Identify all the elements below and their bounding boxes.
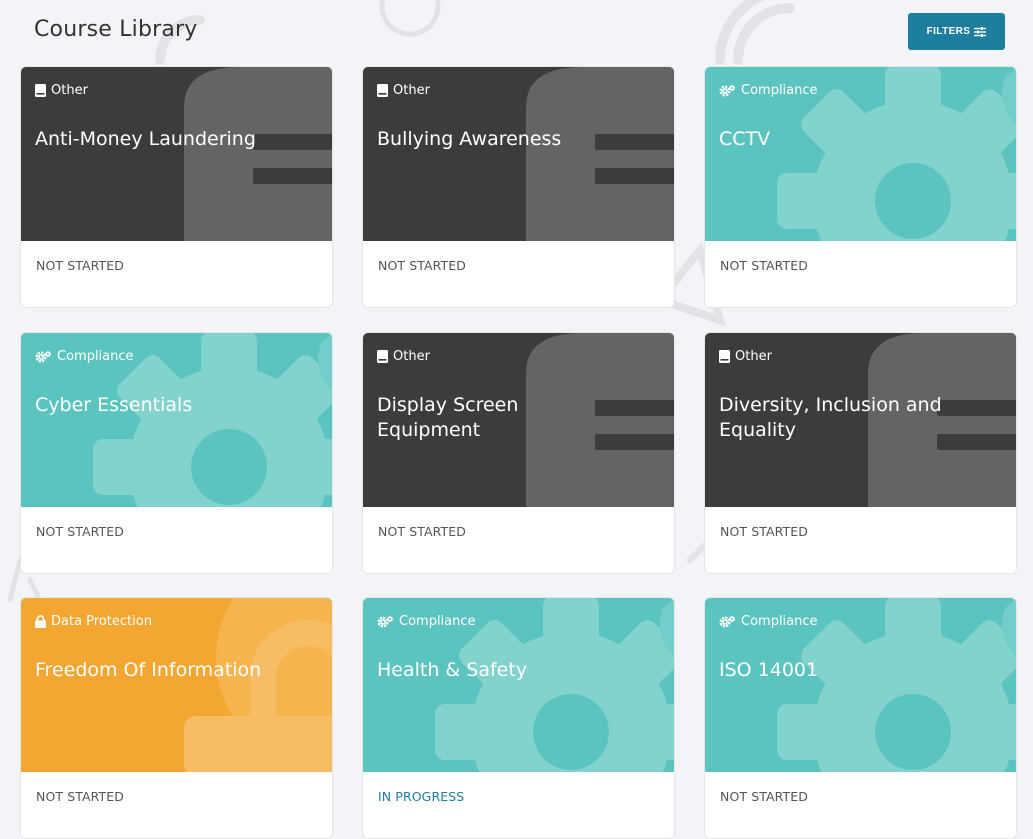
- course-category-label: Other: [393, 349, 430, 364]
- cogs-icon: [377, 616, 393, 628]
- course-category-label: Compliance: [741, 614, 818, 629]
- course-status: NOT STARTED: [720, 258, 808, 273]
- course-card[interactable]: Other Display Screen Equipment NOT STARTED: [362, 332, 675, 574]
- cogs-icon: [35, 351, 51, 363]
- course-card-banner: Other Anti-Money Laundering: [21, 67, 332, 241]
- book-icon: [719, 350, 730, 363]
- filters-button[interactable]: FILTERS: [908, 13, 1005, 50]
- course-card-banner: Compliance CCTV: [705, 67, 1016, 241]
- course-category: Other: [377, 349, 430, 364]
- course-status: NOT STARTED: [36, 524, 124, 539]
- book-icon: [35, 84, 46, 97]
- course-title: Display Screen Equipment: [377, 394, 519, 441]
- filters-button-label: FILTERS: [926, 26, 971, 37]
- page-title: Course Library: [34, 17, 198, 42]
- course-status: NOT STARTED: [720, 789, 808, 804]
- course-card-banner: Other Diversity, Inclusion and Equality: [705, 333, 1016, 507]
- course-card[interactable]: Other Diversity, Inclusion and Equality NO…: [704, 332, 1017, 574]
- course-status: NOT STARTED: [36, 789, 124, 804]
- course-title: Bullying Awareness: [377, 128, 562, 150]
- course-card-banner: Other Display Screen Equipment: [363, 333, 674, 507]
- wifi-decoration-icon: [715, 0, 795, 65]
- course-card-banner: Compliance ISO 14001: [705, 598, 1016, 772]
- course-category: Other: [719, 349, 772, 364]
- course-category: Compliance: [719, 614, 818, 629]
- course-status: NOT STARTED: [378, 258, 466, 273]
- course-card[interactable]: Data Protection Freedom Of Information NOT…: [20, 597, 333, 839]
- course-category: Compliance: [35, 349, 134, 364]
- course-card-banner: Compliance Cyber Essentials: [21, 333, 332, 507]
- cogs-icon: [719, 85, 735, 97]
- course-card[interactable]: Compliance ISO 14001 NOT STARTED: [704, 597, 1017, 839]
- course-category-label: Other: [393, 83, 430, 98]
- course-status: NOT STARTED: [720, 524, 808, 539]
- globe-decoration-icon: [379, 0, 441, 37]
- course-category: Compliance: [719, 83, 818, 98]
- course-title: Cyber Essentials: [35, 394, 193, 416]
- course-category: Other: [35, 83, 88, 98]
- course-card-banner: Other Bullying Awareness: [363, 67, 674, 241]
- course-category-label: Other: [51, 83, 88, 98]
- course-title: Health & Safety: [377, 659, 528, 681]
- course-card-banner: Compliance Health & Safety: [363, 598, 674, 772]
- course-category-label: Other: [735, 349, 772, 364]
- course-status: NOT STARTED: [378, 524, 466, 539]
- course-card[interactable]: Compliance CCTV NOT STARTED: [704, 66, 1017, 308]
- course-card[interactable]: Compliance Health & Safety IN PROGRESS: [362, 597, 675, 839]
- course-card-banner: Data Protection Freedom Of Information: [21, 598, 332, 772]
- course-status: NOT STARTED: [36, 258, 124, 273]
- course-category: Data Protection: [35, 614, 152, 629]
- course-title: Diversity, Inclusion and Equality: [719, 394, 942, 441]
- course-category-label: Data Protection: [51, 614, 152, 629]
- lock-icon: [35, 615, 46, 628]
- course-category-label: Compliance: [57, 349, 134, 364]
- course-title: Anti-Money Laundering: [35, 128, 256, 150]
- course-card[interactable]: Compliance Cyber Essentials NOT STARTED: [20, 332, 333, 574]
- course-status: IN PROGRESS: [378, 789, 465, 804]
- course-card[interactable]: Other Bullying Awareness NOT STARTED: [362, 66, 675, 308]
- course-card[interactable]: Other Anti-Money Laundering NOT STARTED: [20, 66, 333, 308]
- book-icon: [377, 84, 388, 97]
- course-title: ISO 14001: [719, 659, 819, 681]
- book-icon: [377, 350, 388, 363]
- sliders-icon: [974, 26, 987, 37]
- course-title: Freedom Of Information: [35, 659, 262, 681]
- course-title: CCTV: [719, 128, 771, 150]
- course-category: Compliance: [377, 614, 476, 629]
- cogs-icon: [719, 616, 735, 628]
- course-category-label: Compliance: [741, 83, 818, 98]
- course-category: Other: [377, 83, 430, 98]
- course-category-label: Compliance: [399, 614, 476, 629]
